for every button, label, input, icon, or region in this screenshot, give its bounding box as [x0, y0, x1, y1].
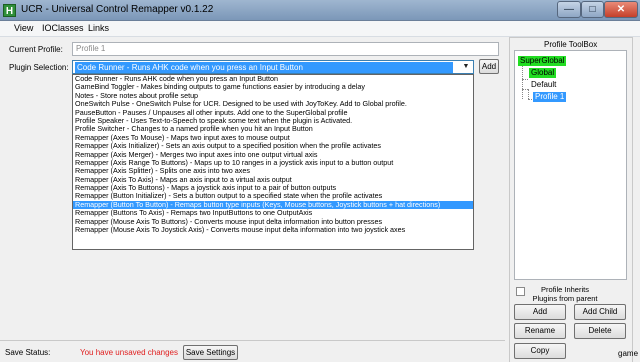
- delete-profile-button[interactable]: Delete: [574, 323, 626, 339]
- plugin-option[interactable]: Notes - Store notes about profile setup: [73, 92, 473, 100]
- maximize-button[interactable]: □: [581, 1, 604, 18]
- plugin-option[interactable]: OneSwitch Pulse - OneSwitch Pulse for UC…: [73, 100, 473, 108]
- plugin-option[interactable]: Remapper (Axes To Mouse) - Maps two inpu…: [73, 134, 473, 142]
- tree-connector: [522, 62, 523, 99]
- tree-connector: [522, 79, 528, 80]
- add-profile-button[interactable]: Add: [514, 304, 566, 320]
- chevron-down-icon[interactable]: ▼: [460, 62, 472, 72]
- menu-links[interactable]: Links: [88, 23, 109, 33]
- profile-tree[interactable]: SuperGlobal Global Default Profile 1: [514, 50, 627, 280]
- save-status-label: Save Status:: [5, 348, 51, 357]
- plugin-option[interactable]: Remapper (Axis To Buttons) - Maps a joys…: [73, 184, 473, 192]
- close-button[interactable]: ✕: [604, 1, 638, 18]
- status-separator: [0, 340, 505, 341]
- copy-profile-button[interactable]: Copy: [514, 343, 566, 359]
- add-child-button[interactable]: Add Child: [574, 304, 626, 320]
- plugin-selection-label: Plugin Selection:: [9, 63, 69, 72]
- unsaved-changes-status: You have unsaved changes: [80, 348, 179, 357]
- plugin-option[interactable]: Code Runner - Runs AHK code when you pre…: [73, 75, 473, 83]
- tree-node-global[interactable]: Global: [529, 68, 557, 78]
- plugin-option[interactable]: GameBind Toggler - Makes binding outputs…: [73, 83, 473, 91]
- plugin-selection-combo[interactable]: Code Runner - Runs AHK code when you pre…: [72, 60, 474, 74]
- minimize-button[interactable]: —: [557, 1, 581, 18]
- plugin-option[interactable]: Remapper (Axis Range To Buttons) - Maps …: [73, 159, 473, 167]
- rename-profile-button[interactable]: Rename: [514, 323, 566, 339]
- plugin-dropdown-list[interactable]: Code Runner - Runs AHK code when you pre…: [72, 74, 474, 250]
- tree-node-profile-1[interactable]: Profile 1: [533, 92, 567, 102]
- menu-ioclasses[interactable]: IOClasses: [42, 23, 84, 33]
- inherit-plugins-checkbox[interactable]: [516, 287, 525, 296]
- tree-connector: [528, 89, 529, 99]
- main-window: H UCR - Universal Control Remapper v0.1.…: [0, 0, 640, 362]
- inherit-plugins-label: Profile Inherits Plugins from parent: [532, 285, 598, 303]
- plugin-option[interactable]: Profile Speaker - Uses Text-to-Speech to…: [73, 117, 473, 125]
- plugin-selected-value: Code Runner - Runs AHK code when you pre…: [75, 62, 453, 73]
- window-title: UCR - Universal Control Remapper v0.1.22: [21, 4, 214, 15]
- plugin-option[interactable]: Remapper (Button To Button) - Remaps but…: [73, 200, 473, 210]
- tree-node-default[interactable]: Default: [529, 80, 558, 90]
- current-profile-field: Profile 1: [72, 42, 499, 56]
- title-bar[interactable]: H UCR - Universal Control Remapper v0.1.…: [0, 0, 640, 21]
- add-plugin-button[interactable]: Add: [479, 59, 499, 74]
- watermark-text: game: [618, 349, 639, 358]
- plugin-option[interactable]: Remapper (Mouse Axis To Joystick Axis) -…: [73, 226, 473, 234]
- plugin-option[interactable]: Remapper (Buttons To Axis) - Remaps two …: [73, 209, 473, 217]
- app-icon: H: [3, 4, 16, 17]
- tree-node-superglobal[interactable]: SuperGlobal: [518, 56, 567, 66]
- plugin-option[interactable]: Remapper (Axis Initializer) - Sets an ax…: [73, 142, 473, 150]
- plugin-option[interactable]: Remapper (Axis Splitter) - Splits one ax…: [73, 167, 473, 175]
- plugin-option[interactable]: Remapper (Axis To Axis) - Maps an axis i…: [73, 176, 473, 184]
- plugin-option[interactable]: Remapper (Button Initializer) - Sets a b…: [73, 192, 473, 200]
- menu-view[interactable]: View: [14, 23, 33, 33]
- plugin-option[interactable]: Remapper (Mouse Axis To Buttons) - Conve…: [73, 218, 473, 226]
- plugin-option[interactable]: Remapper (Axis Merger) - Merges two inpu…: [73, 151, 473, 159]
- plugin-option[interactable]: PauseButton - Pauses / Unpauses all othe…: [73, 109, 473, 117]
- save-settings-button[interactable]: Save Settings: [183, 345, 238, 360]
- plugin-option[interactable]: Profile Switcher - Changes to a named pr…: [73, 125, 473, 133]
- profile-toolbox-title: Profile ToolBox: [542, 40, 600, 49]
- menu-bar: View IOClasses Links: [0, 21, 640, 37]
- current-profile-label: Current Profile:: [9, 45, 63, 54]
